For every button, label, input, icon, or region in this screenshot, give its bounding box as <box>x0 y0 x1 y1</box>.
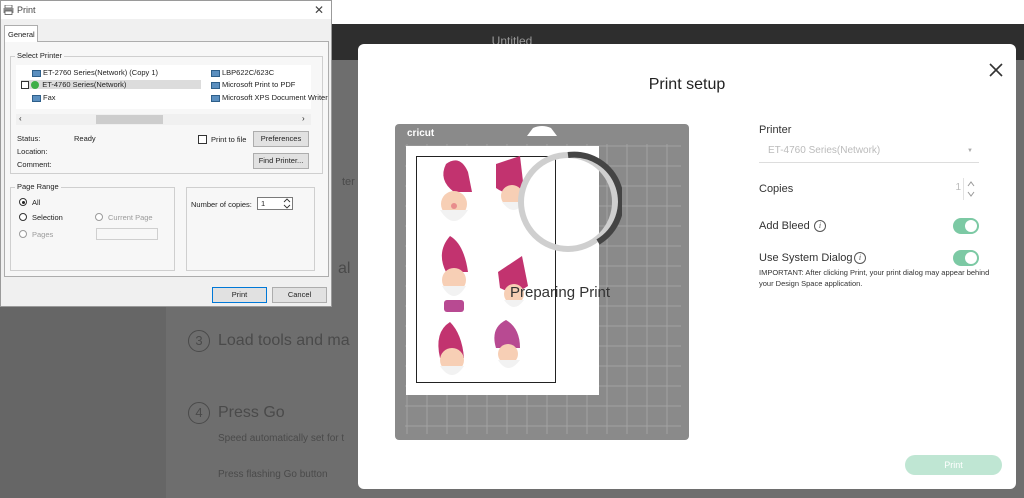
find-printer-button[interactable]: Find Printer... <box>253 153 309 169</box>
default-printer-icon <box>31 81 40 90</box>
range-selection-label: Selection <box>32 213 63 222</box>
print-setup-title: Print setup <box>648 76 726 93</box>
step-4-sub: Speed automatically set for t <box>218 433 345 444</box>
printer-icon <box>211 81 220 89</box>
step-4-number: 4 <box>188 402 210 424</box>
printer-item-selected[interactable]: ET-4760 Series(Network) <box>21 80 201 90</box>
printer-icon <box>32 69 41 77</box>
printer-label: Printer <box>759 124 792 136</box>
printer-list[interactable]: ET-2760 Series(Network) (Copy 1) LBP622C… <box>16 65 328 109</box>
step-3-label: Load tools and ma <box>218 332 350 349</box>
system-dialog-note: IMPORTANT: After clicking Print, your pr… <box>759 268 990 288</box>
range-current-page-radio[interactable] <box>95 213 103 221</box>
location-label: Location: <box>17 147 48 156</box>
printer-select[interactable]: ET-4760 Series(Network) ▼ <box>759 139 979 163</box>
printer-select-value: ET-4760 Series(Network) <box>768 145 881 156</box>
printer-icon <box>3 5 14 15</box>
close-icon[interactable] <box>986 60 1006 80</box>
copies-value: 1 <box>955 182 961 193</box>
comment-label: Comment: <box>17 160 52 169</box>
print-button[interactable]: Print <box>905 455 1002 475</box>
mat-notch-icon <box>527 126 557 136</box>
dialog-title-bar[interactable]: Print ✕ <box>1 1 331 19</box>
printer-item[interactable]: ET-2760 Series(Network) (Copy 1) <box>32 68 158 77</box>
range-current-page-label: Current Page <box>108 213 153 222</box>
use-system-dialog-toggle[interactable] <box>953 250 979 266</box>
print-setup-modal: Print setup cricut Preparing Print Print… <box>358 44 1016 489</box>
select-printer-legend: Select Printer <box>15 51 65 60</box>
toggle-knob <box>965 220 977 232</box>
copies-label: Copies <box>759 183 794 195</box>
range-pages-radio[interactable] <box>19 230 27 238</box>
copies-input[interactable]: 1 <box>257 197 293 210</box>
copies-stepper[interactable]: 1 <box>943 178 979 200</box>
printer-item[interactable]: Fax <box>32 93 56 102</box>
number-of-copies-label: Number of copies: <box>191 200 252 209</box>
use-system-dialog-label: Use System Dialog <box>759 252 853 264</box>
add-bleed-label: Add Bleed <box>759 220 810 232</box>
preparing-print-status: Preparing Print <box>510 284 611 301</box>
printer-list-scrollbar[interactable]: ‹ › <box>16 114 311 125</box>
print-to-file-label: Print to file <box>211 135 247 144</box>
printer-icon <box>211 94 220 102</box>
scrollbar-thumb[interactable] <box>96 115 163 124</box>
chevron-down-icon: ▼ <box>967 148 973 154</box>
printer-item[interactable]: Microsoft Print to PDF <box>211 80 295 89</box>
preferences-button[interactable]: Preferences <box>253 131 309 147</box>
toggle-knob <box>965 252 977 264</box>
scroll-left-icon[interactable]: ‹ <box>19 114 22 123</box>
status-value: Ready <box>74 134 96 143</box>
mat-brand-logo: cricut <box>407 128 435 139</box>
cancel-button[interactable]: Cancel <box>272 287 327 303</box>
printer-icon <box>211 69 220 77</box>
print-button[interactable]: Print <box>212 287 267 303</box>
info-icon[interactable]: i <box>814 220 826 232</box>
page-range-legend: Page Range <box>15 182 61 191</box>
fax-icon <box>32 94 41 102</box>
print-to-file-checkbox[interactable] <box>198 135 207 144</box>
add-bleed-toggle[interactable] <box>953 218 979 234</box>
pages-input[interactable] <box>96 228 158 240</box>
windows-print-dialog: Print ✕ General Select Printer ET-2760 S… <box>0 0 332 307</box>
loading-spinner-icon <box>518 151 622 252</box>
dialog-title: Print <box>17 5 36 15</box>
range-all-radio[interactable] <box>19 198 27 206</box>
printer-item[interactable]: Microsoft XPS Document Writer <box>211 93 328 102</box>
step-4-label: Press Go <box>218 404 285 421</box>
range-all-label: All <box>32 198 41 207</box>
step-4-sub2: Press flashing Go button <box>218 469 328 480</box>
checkmark-icon <box>21 81 29 90</box>
step-3-number: 3 <box>188 330 210 352</box>
spin-arrows-icon[interactable] <box>282 198 292 209</box>
range-selection-radio[interactable] <box>19 213 27 221</box>
close-icon[interactable]: ✕ <box>314 3 324 17</box>
bg-step-label: al <box>338 260 351 277</box>
chevron-down-icon[interactable] <box>967 191 975 197</box>
printer-item[interactable]: LBP622C/623C <box>211 68 274 77</box>
info-icon[interactable]: i <box>854 252 866 264</box>
scroll-right-icon[interactable]: › <box>302 114 305 123</box>
status-label: Status: <box>17 134 41 143</box>
stepper-buttons[interactable] <box>963 178 977 200</box>
copies-input-value: 1 <box>261 199 266 208</box>
range-pages-label: Pages <box>32 230 54 239</box>
chevron-up-icon[interactable] <box>967 181 975 187</box>
tab-general[interactable]: General <box>4 25 38 42</box>
